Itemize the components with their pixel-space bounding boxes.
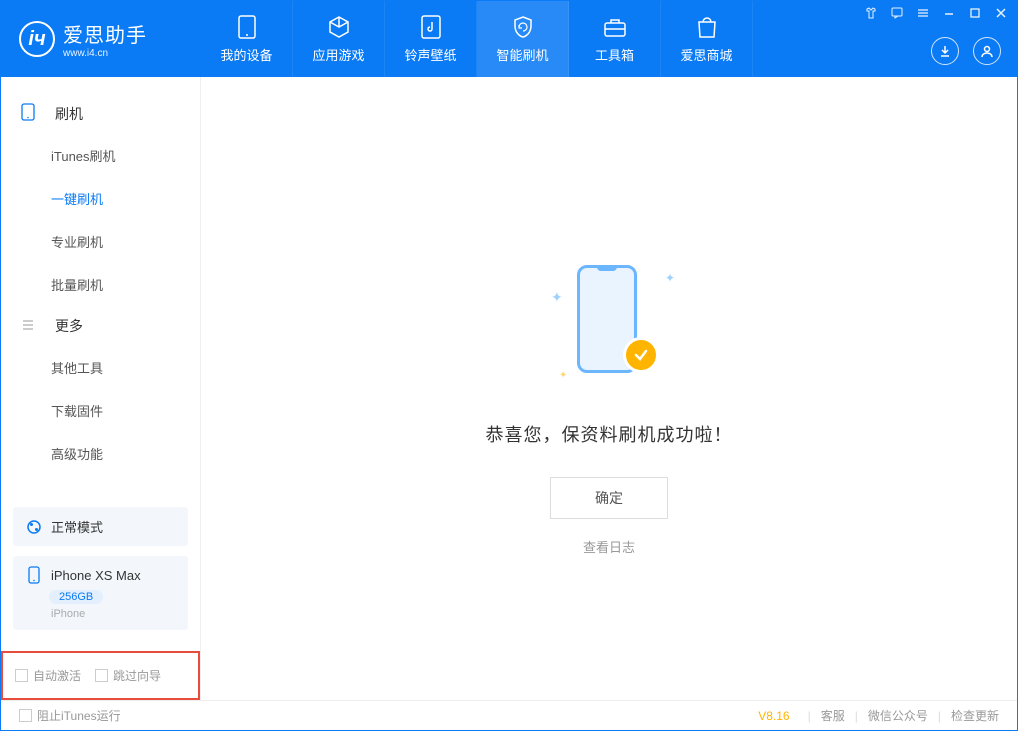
checkbox-label: 阻止iTunes运行 — [37, 707, 121, 724]
tab-ringtone-wallpaper[interactable]: 铃声壁纸 — [385, 1, 477, 77]
phone-notch — [597, 265, 617, 271]
minimize-button[interactable] — [941, 5, 957, 21]
logo-text: 爱思助手 www.i4.cn — [63, 19, 147, 59]
phone-icon — [25, 566, 43, 584]
divider: | — [808, 709, 811, 723]
sidebar-item-other-tools[interactable]: 其他工具 — [1, 346, 200, 389]
menu-icon[interactable] — [915, 5, 931, 21]
device-name: iPhone XS Max — [51, 568, 141, 583]
body-area: 刷机 iTunes刷机 一键刷机 专业刷机 批量刷机 更多 其他工具 下载固件 … — [1, 77, 1017, 700]
view-log-link[interactable]: 查看日志 — [583, 537, 635, 556]
checkbox-icon — [15, 669, 28, 682]
maximize-button[interactable] — [967, 5, 983, 21]
close-button[interactable] — [993, 5, 1009, 21]
divider: | — [938, 709, 941, 723]
check-badge-icon — [623, 337, 659, 373]
checkbox-icon — [19, 709, 32, 722]
music-file-icon — [419, 15, 443, 39]
section-title: 刷机 — [55, 104, 83, 124]
checkbox-icon — [95, 669, 108, 682]
divider: | — [855, 709, 858, 723]
sidebar-item-advanced[interactable]: 高级功能 — [1, 432, 200, 475]
sidebar-item-oneclick-flash[interactable]: 一键刷机 — [1, 177, 200, 220]
sparkle-icon: ✦ — [551, 289, 563, 306]
tab-my-device[interactable]: 我的设备 — [201, 1, 293, 77]
logo-icon: iч — [19, 21, 55, 57]
footer-left: 阻止iTunes运行 — [19, 707, 121, 724]
section-title: 更多 — [55, 316, 83, 336]
sparkle-icon: ✦ — [665, 271, 675, 285]
list-icon — [21, 318, 45, 335]
success-illustration: ✦ ✦ ✦ — [549, 261, 669, 391]
footer-link-service[interactable]: 客服 — [821, 707, 845, 724]
tab-label: 应用游戏 — [312, 45, 364, 64]
app-subtitle: www.i4.cn — [63, 48, 147, 59]
mode-card[interactable]: 正常模式 — [13, 507, 188, 546]
device-type: iPhone — [51, 608, 176, 620]
checkbox-auto-activate[interactable]: 自动激活 — [15, 667, 81, 684]
bottom-options-highlighted: 自动激活 跳过向导 — [1, 651, 200, 700]
footer-right: V8.16 | 客服 | 微信公众号 | 检查更新 — [758, 707, 999, 724]
tab-toolbox[interactable]: 工具箱 — [569, 1, 661, 77]
footer-link-wechat[interactable]: 微信公众号 — [868, 707, 928, 724]
tab-store[interactable]: 爱思商城 — [661, 1, 753, 77]
app-title: 爱思助手 — [63, 19, 147, 48]
sidebar: 刷机 iTunes刷机 一键刷机 专业刷机 批量刷机 更多 其他工具 下载固件 … — [1, 77, 201, 700]
header-actions — [931, 37, 1001, 65]
user-icon[interactable] — [973, 37, 1001, 65]
device-cards: 正常模式 iPhone XS Max 256GB iPhone — [13, 507, 188, 640]
tab-label: 爱思商城 — [680, 45, 732, 64]
ok-button[interactable]: 确定 — [550, 477, 668, 519]
shirt-icon[interactable] — [863, 5, 879, 21]
nav-tabs: 我的设备 应用游戏 铃声壁纸 智能刷机 工具箱 爱思商城 — [201, 1, 753, 77]
sidebar-item-download-firmware[interactable]: 下载固件 — [1, 389, 200, 432]
toolbox-icon — [603, 15, 627, 39]
sidebar-item-itunes-flash[interactable]: iTunes刷机 — [1, 134, 200, 177]
tab-label: 铃声壁纸 — [404, 45, 456, 64]
tab-label: 工具箱 — [595, 45, 634, 64]
tab-smart-flash[interactable]: 智能刷机 — [477, 1, 569, 77]
phone-icon — [235, 15, 259, 39]
mode-label: 正常模式 — [51, 517, 103, 536]
tab-apps-games[interactable]: 应用游戏 — [293, 1, 385, 77]
main-content: ✦ ✦ ✦ 恭喜您，保资料刷机成功啦！ 确定 查看日志 — [201, 77, 1017, 700]
checkbox-skip-guide[interactable]: 跳过向导 — [95, 667, 161, 684]
mode-icon — [25, 518, 43, 536]
checkbox-block-itunes[interactable]: 阻止iTunes运行 — [19, 707, 121, 724]
checkbox-label: 跳过向导 — [113, 667, 161, 684]
footer: 阻止iTunes运行 V8.16 | 客服 | 微信公众号 | 检查更新 — [1, 700, 1017, 730]
device-card[interactable]: iPhone XS Max 256GB iPhone — [13, 556, 188, 630]
sidebar-section-flash: 刷机 — [1, 93, 200, 134]
tab-label: 智能刷机 — [496, 45, 548, 64]
checkbox-label: 自动激活 — [33, 667, 81, 684]
sidebar-section-more: 更多 — [1, 306, 200, 346]
feedback-icon[interactable] — [889, 5, 905, 21]
sparkle-icon: ✦ — [559, 370, 567, 381]
bag-icon — [695, 15, 719, 39]
app-header: iч 爱思助手 www.i4.cn 我的设备 应用游戏 铃声壁纸 智能刷机 工具… — [1, 1, 1017, 77]
storage-badge: 256GB — [49, 590, 103, 604]
shield-refresh-icon — [511, 15, 535, 39]
cube-icon — [327, 15, 351, 39]
tab-label: 我的设备 — [220, 45, 272, 64]
logo-area: iч 爱思助手 www.i4.cn — [1, 19, 201, 59]
version-label: V8.16 — [758, 709, 789, 723]
sidebar-item-pro-flash[interactable]: 专业刷机 — [1, 220, 200, 263]
device-icon — [21, 103, 45, 124]
download-icon[interactable] — [931, 37, 959, 65]
success-message: 恭喜您，保资料刷机成功啦！ — [486, 421, 733, 447]
sidebar-item-batch-flash[interactable]: 批量刷机 — [1, 263, 200, 306]
footer-link-update[interactable]: 检查更新 — [951, 707, 999, 724]
window-controls — [863, 5, 1009, 21]
